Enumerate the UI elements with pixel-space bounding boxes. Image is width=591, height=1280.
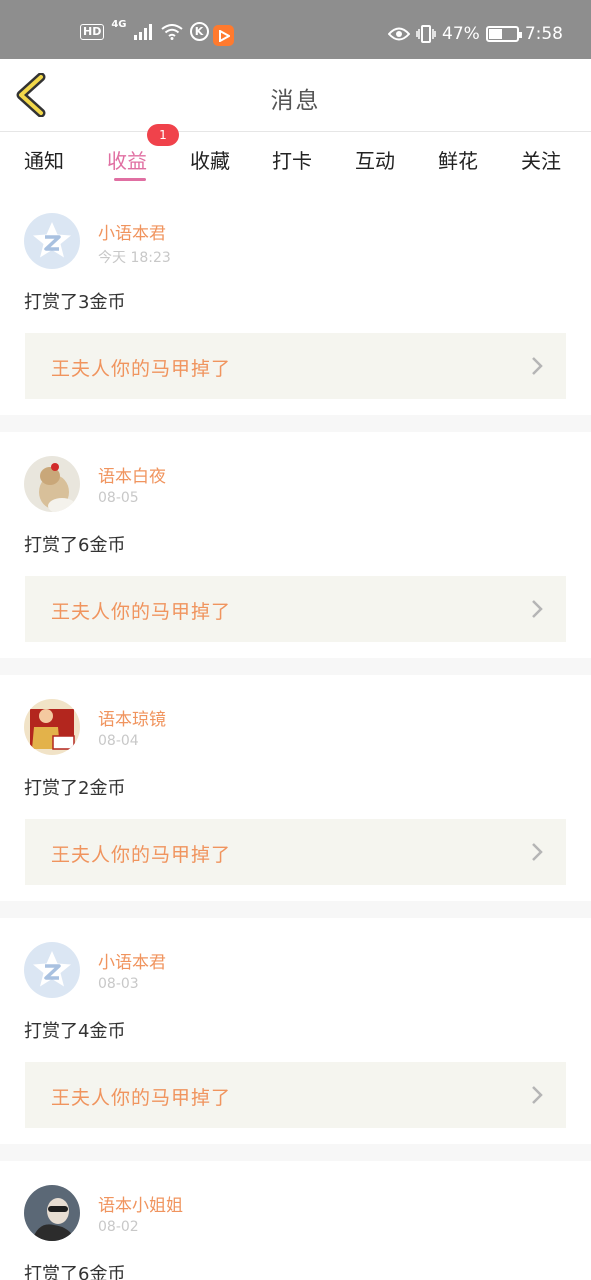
book-link[interactable]: 王夫人你的马甲掉了	[25, 333, 566, 399]
tab-earnings[interactable]: 收益	[107, 145, 147, 174]
battery-percent: 47%	[442, 24, 480, 44]
tab-favorites[interactable]: 收藏	[190, 145, 230, 174]
sender-name[interactable]: 小语本君	[98, 219, 166, 244]
book-title: 王夫人你的马甲掉了	[51, 1087, 232, 1109]
book-link[interactable]: 王夫人你的马甲掉了	[25, 576, 566, 642]
avatar[interactable]	[24, 1185, 80, 1241]
reward-text: 打赏了4金币	[24, 1021, 126, 1042]
status-left: HD 4G K	[80, 19, 209, 41]
reward-text: 打赏了6金币	[24, 535, 126, 556]
message-card: 语本小姐姐 08-02 打赏了6金币	[0, 1161, 591, 1280]
reward-text: 打赏了3金币	[24, 292, 126, 313]
reward-text: 打赏了2金币	[24, 778, 126, 799]
message-date: 08-02	[98, 1219, 139, 1235]
tab-following[interactable]: 关注	[521, 145, 561, 174]
status-bar: HD 4G K 47% 7:58	[0, 0, 591, 59]
tab-interactions[interactable]: 互动	[355, 145, 395, 174]
active-tab-indicator	[114, 178, 146, 181]
chevron-right-icon	[532, 1086, 543, 1104]
message-date: 08-04	[98, 733, 139, 749]
chevron-right-icon	[532, 843, 543, 861]
reward-text: 打赏了6金币	[24, 1264, 126, 1280]
book-link[interactable]: 王夫人你的马甲掉了	[25, 1062, 566, 1128]
video-app-icon	[213, 25, 234, 46]
book-title: 王夫人你的马甲掉了	[51, 844, 232, 866]
message-date: 08-05	[98, 490, 139, 506]
chevron-right-icon	[532, 600, 543, 618]
signal-icon	[133, 23, 152, 40]
book-link[interactable]: 王夫人你的马甲掉了	[25, 819, 566, 885]
status-right: 47% 7:58	[388, 24, 563, 44]
battery-icon	[485, 26, 522, 42]
avatar[interactable]	[24, 699, 80, 755]
message-card: 小语本君 今天 18:23 打赏了3金币 王夫人你的马甲掉了	[0, 189, 591, 415]
message-card: 小语本君 08-03 打赏了4金币 王夫人你的马甲掉了	[0, 918, 591, 1144]
hd-icon: HD	[80, 23, 105, 40]
avatar[interactable]	[24, 456, 80, 512]
default-avatar-icon[interactable]	[24, 942, 80, 998]
eye-icon	[388, 27, 411, 41]
tab-notifications[interactable]: 通知	[24, 145, 64, 174]
clock: 7:58	[524, 24, 563, 44]
page-title: 消息	[270, 88, 321, 114]
vibrate-icon	[416, 25, 436, 43]
sender-name[interactable]: 语本琼镜	[98, 705, 166, 730]
default-avatar-icon[interactable]	[24, 213, 80, 269]
book-title: 王夫人你的马甲掉了	[51, 601, 232, 623]
chevron-right-icon	[532, 357, 543, 375]
tab-bar: 通知 收益 1 收藏 打卡 互动 鲜花 关注	[0, 124, 591, 189]
tab-checkin[interactable]: 打卡	[272, 145, 312, 174]
earnings-badge: 1	[147, 124, 179, 146]
sender-name[interactable]: 语本白夜	[98, 462, 166, 487]
message-card: 语本琼镜 08-04 打赏了2金币 王夫人你的马甲掉了	[0, 675, 591, 901]
sender-name[interactable]: 语本小姐姐	[98, 1191, 183, 1216]
app-header: 消息	[0, 59, 591, 131]
wifi-icon	[160, 23, 183, 40]
book-title: 王夫人你的马甲掉了	[51, 358, 232, 380]
tab-flowers[interactable]: 鲜花	[438, 145, 478, 174]
message-card: 语本白夜 08-05 打赏了6金币 王夫人你的马甲掉了	[0, 432, 591, 658]
k-app-icon: K	[189, 22, 209, 41]
message-date: 今天 18:23	[98, 250, 171, 266]
network-type: 4G	[111, 19, 127, 30]
message-date: 08-03	[98, 976, 139, 992]
sender-name[interactable]: 小语本君	[98, 948, 166, 973]
